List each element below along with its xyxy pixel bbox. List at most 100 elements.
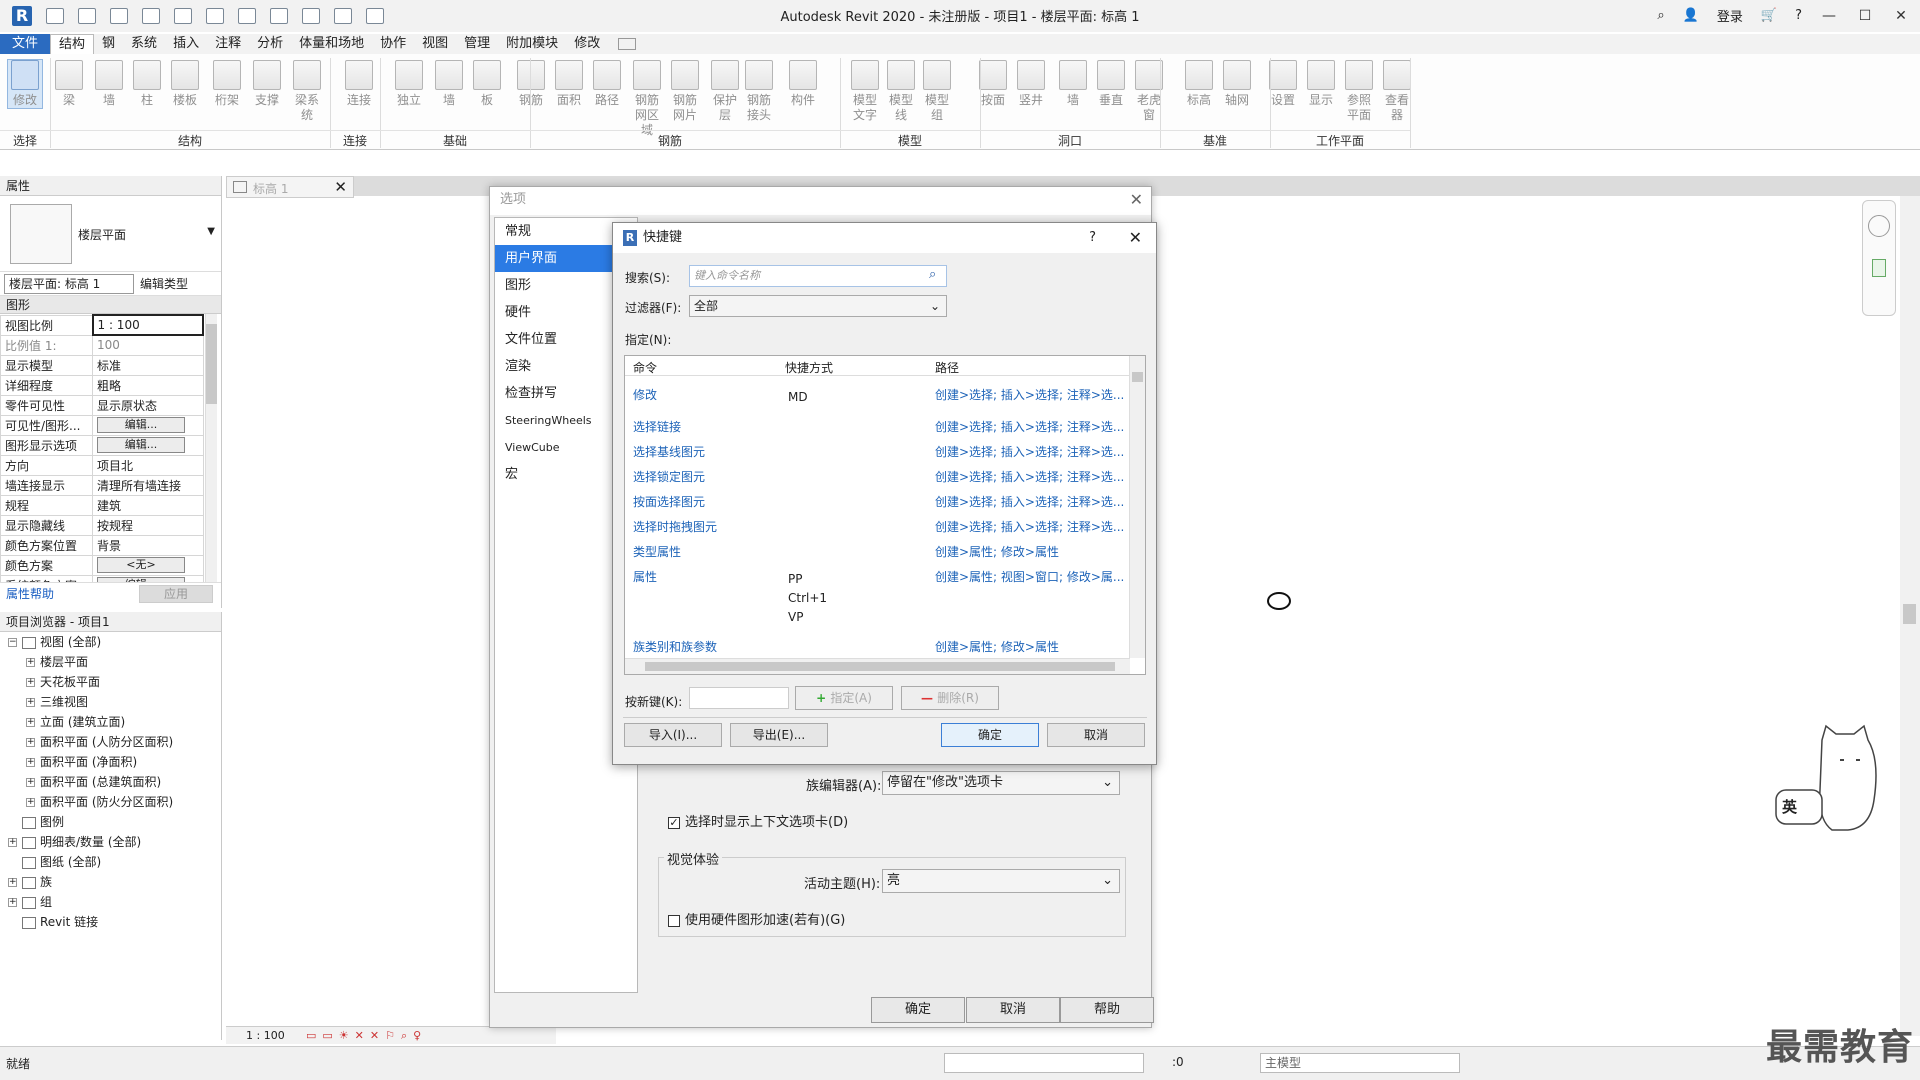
ribbon-btn-17[interactable]: 保护层 [708, 60, 742, 123]
hw-accel-checkbox-row[interactable]: 使用硬件图形加速(若有)(G) [668, 909, 845, 928]
expand-toggle-icon[interactable]: + [26, 698, 35, 707]
delete-button[interactable]: — 删除(R) [901, 686, 999, 710]
tree-item[interactable]: 图例 [0, 812, 221, 832]
expand-toggle-icon[interactable]: + [8, 898, 17, 907]
view-scrollbar[interactable] [1900, 196, 1920, 1036]
ribbon-btn-28[interactable]: 标高 [1182, 60, 1216, 108]
tree-item[interactable]: 图纸 (全部) [0, 852, 221, 872]
tree-item[interactable]: + 族 [0, 872, 221, 892]
options-cancel-button[interactable]: 取消 [966, 997, 1060, 1023]
shortcut-cancel-button[interactable]: 取消 [1047, 723, 1145, 747]
ribbon-btn-12[interactable]: 钢筋 [514, 60, 548, 108]
expand-toggle-icon[interactable]: − [8, 638, 17, 647]
tree-item[interactable]: + 面积平面 (净面积) [0, 752, 221, 772]
ribbon-btn-0[interactable]: 修改 [7, 59, 43, 109]
ribbon-btn-15[interactable]: 钢筋网区域 [630, 60, 664, 138]
checkbox-checked-icon[interactable]: ✓ [668, 816, 680, 829]
tree-item[interactable]: Revit 链接 [0, 912, 221, 932]
ribbon-btn-29[interactable]: 轴网 [1220, 60, 1254, 108]
steering-wheel-icon[interactable] [1868, 215, 1890, 237]
property-row[interactable]: 规程 建筑 [0, 494, 204, 516]
ribbon-group-label[interactable]: 工作平面 [1270, 130, 1410, 150]
property-row[interactable]: 详细程度 粗略 [0, 374, 204, 396]
cart-icon[interactable]: 🛒 [1761, 8, 1777, 23]
ribbon-btn-14[interactable]: 路径 [590, 60, 624, 108]
tree-item[interactable]: + 立面 (建筑立面) [0, 712, 221, 732]
tab-5[interactable]: 注释 [207, 34, 249, 54]
col-path[interactable]: 路径 [935, 359, 959, 376]
type-selector[interactable]: 楼层平面 ▼ [0, 196, 221, 272]
property-value[interactable]: 显示原状态 [92, 394, 204, 416]
import-button[interactable]: 导入(I)... [624, 723, 722, 747]
expand-toggle-icon[interactable]: + [26, 678, 35, 687]
property-value[interactable]: 编辑... [92, 574, 204, 582]
property-value[interactable]: 按规程 [92, 514, 204, 536]
zoom-icon[interactable] [1872, 259, 1886, 277]
ribbon-group-label[interactable]: 连接 [330, 130, 380, 150]
close-button[interactable]: ✕ [1892, 8, 1910, 24]
tab-6[interactable]: 分析 [249, 34, 291, 54]
tab-12[interactable]: 修改 [566, 34, 608, 54]
workset-dropdown[interactable] [944, 1053, 1144, 1073]
property-row[interactable]: 方向 项目北 [0, 454, 204, 476]
ribbon-btn-32[interactable]: 参照平面 [1342, 60, 1376, 123]
tree-item[interactable]: + 三维视图 [0, 692, 221, 712]
ribbon-btn-7[interactable]: 梁系统 [290, 60, 324, 123]
property-row[interactable]: 墙连接显示 清理所有墙连接 [0, 474, 204, 496]
edit-type-button[interactable]: 编辑类型 [140, 275, 188, 292]
ribbon-btn-13[interactable]: 面积 [552, 60, 586, 108]
col-command[interactable]: 命令 [633, 359, 657, 376]
ribbon-btn-33[interactable]: 查看器 [1380, 60, 1414, 123]
properties-group-graphics[interactable]: 图形 [0, 296, 221, 314]
close-icon[interactable]: ✕ [1130, 190, 1143, 209]
tab-2[interactable]: 钢 [94, 34, 123, 54]
expand-toggle-icon[interactable]: + [26, 758, 35, 767]
design-option-dropdown[interactable]: 主模型 [1260, 1053, 1460, 1073]
ribbon-btn-25[interactable]: 墙 [1056, 60, 1090, 108]
help-icon[interactable]: ? [1089, 223, 1096, 253]
minimize-button[interactable]: — [1820, 8, 1838, 24]
property-row[interactable]: 比例值 1: 100 [0, 334, 204, 356]
ribbon-btn-24[interactable]: 竖井 [1014, 60, 1048, 108]
view-tab[interactable]: 标高 1 ✕ [226, 176, 354, 198]
property-value[interactable]: 背景 [92, 534, 204, 556]
property-value[interactable]: 1 : 100 [91, 314, 204, 336]
ribbon-btn-1[interactable]: 梁 [52, 60, 86, 108]
expand-toggle-icon[interactable]: + [8, 878, 17, 887]
maximize-button[interactable]: ☐ [1856, 8, 1874, 24]
expand-toggle-icon[interactable]: + [26, 798, 35, 807]
ribbon-btn-3[interactable]: 柱 [130, 60, 164, 108]
ribbon-group-label[interactable]: 基准 [1160, 130, 1270, 150]
ribbon-btn-18[interactable]: 钢筋接头 [742, 60, 776, 123]
new-key-input[interactable] [689, 687, 789, 709]
binoculars-icon[interactable]: ⌕ [1657, 8, 1664, 23]
tree-item[interactable]: + 面积平面 (防火分区面积) [0, 792, 221, 812]
list-horizontal-scrollbar[interactable] [625, 658, 1130, 674]
expand-toggle-icon[interactable]: + [26, 658, 35, 667]
ime-cat-icon[interactable]: 英 [1774, 720, 1904, 838]
ribbon-btn-11[interactable]: 板 [470, 60, 504, 108]
ribbon-btn-22[interactable]: 模型组 [920, 60, 954, 123]
view-selector[interactable]: 楼层平面: 标高 1 [4, 273, 134, 294]
tree-item[interactable]: − 视图 (全部) [0, 632, 221, 652]
apply-button[interactable]: 应用 [139, 585, 213, 603]
tab-9[interactable]: 视图 [414, 34, 456, 54]
filter-dropdown[interactable]: 全部 ⌄ [689, 295, 947, 317]
context-tab-checkbox-row[interactable]: ✓ 选择时显示上下文选项卡(D) [668, 811, 848, 830]
tab-10[interactable]: 管理 [456, 34, 498, 54]
property-row[interactable]: 视图比例 1 : 100 [0, 314, 204, 336]
property-value[interactable]: 粗略 [92, 374, 204, 396]
expand-toggle-icon[interactable]: + [8, 838, 17, 847]
chevron-down-icon[interactable]: ▼ [207, 226, 215, 237]
property-row[interactable]: 显示模型 标准 [0, 354, 204, 376]
ribbon-btn-6[interactable]: 支撑 [250, 60, 284, 108]
options-ok-button[interactable]: 确定 [871, 997, 965, 1023]
ribbon-group-label[interactable]: 洞口 [980, 130, 1160, 150]
property-row[interactable]: 颜色方案位置 背景 [0, 534, 204, 556]
expand-toggle-icon[interactable]: + [26, 738, 35, 747]
close-icon[interactable]: ✕ [1129, 223, 1142, 253]
tab-3[interactable]: 系统 [123, 34, 165, 54]
ribbon-group-label[interactable]: 钢筋 [500, 130, 840, 150]
ribbon-btn-16[interactable]: 钢筋网片 [668, 60, 702, 123]
ribbon-btn-8[interactable]: 连接 [342, 60, 376, 108]
